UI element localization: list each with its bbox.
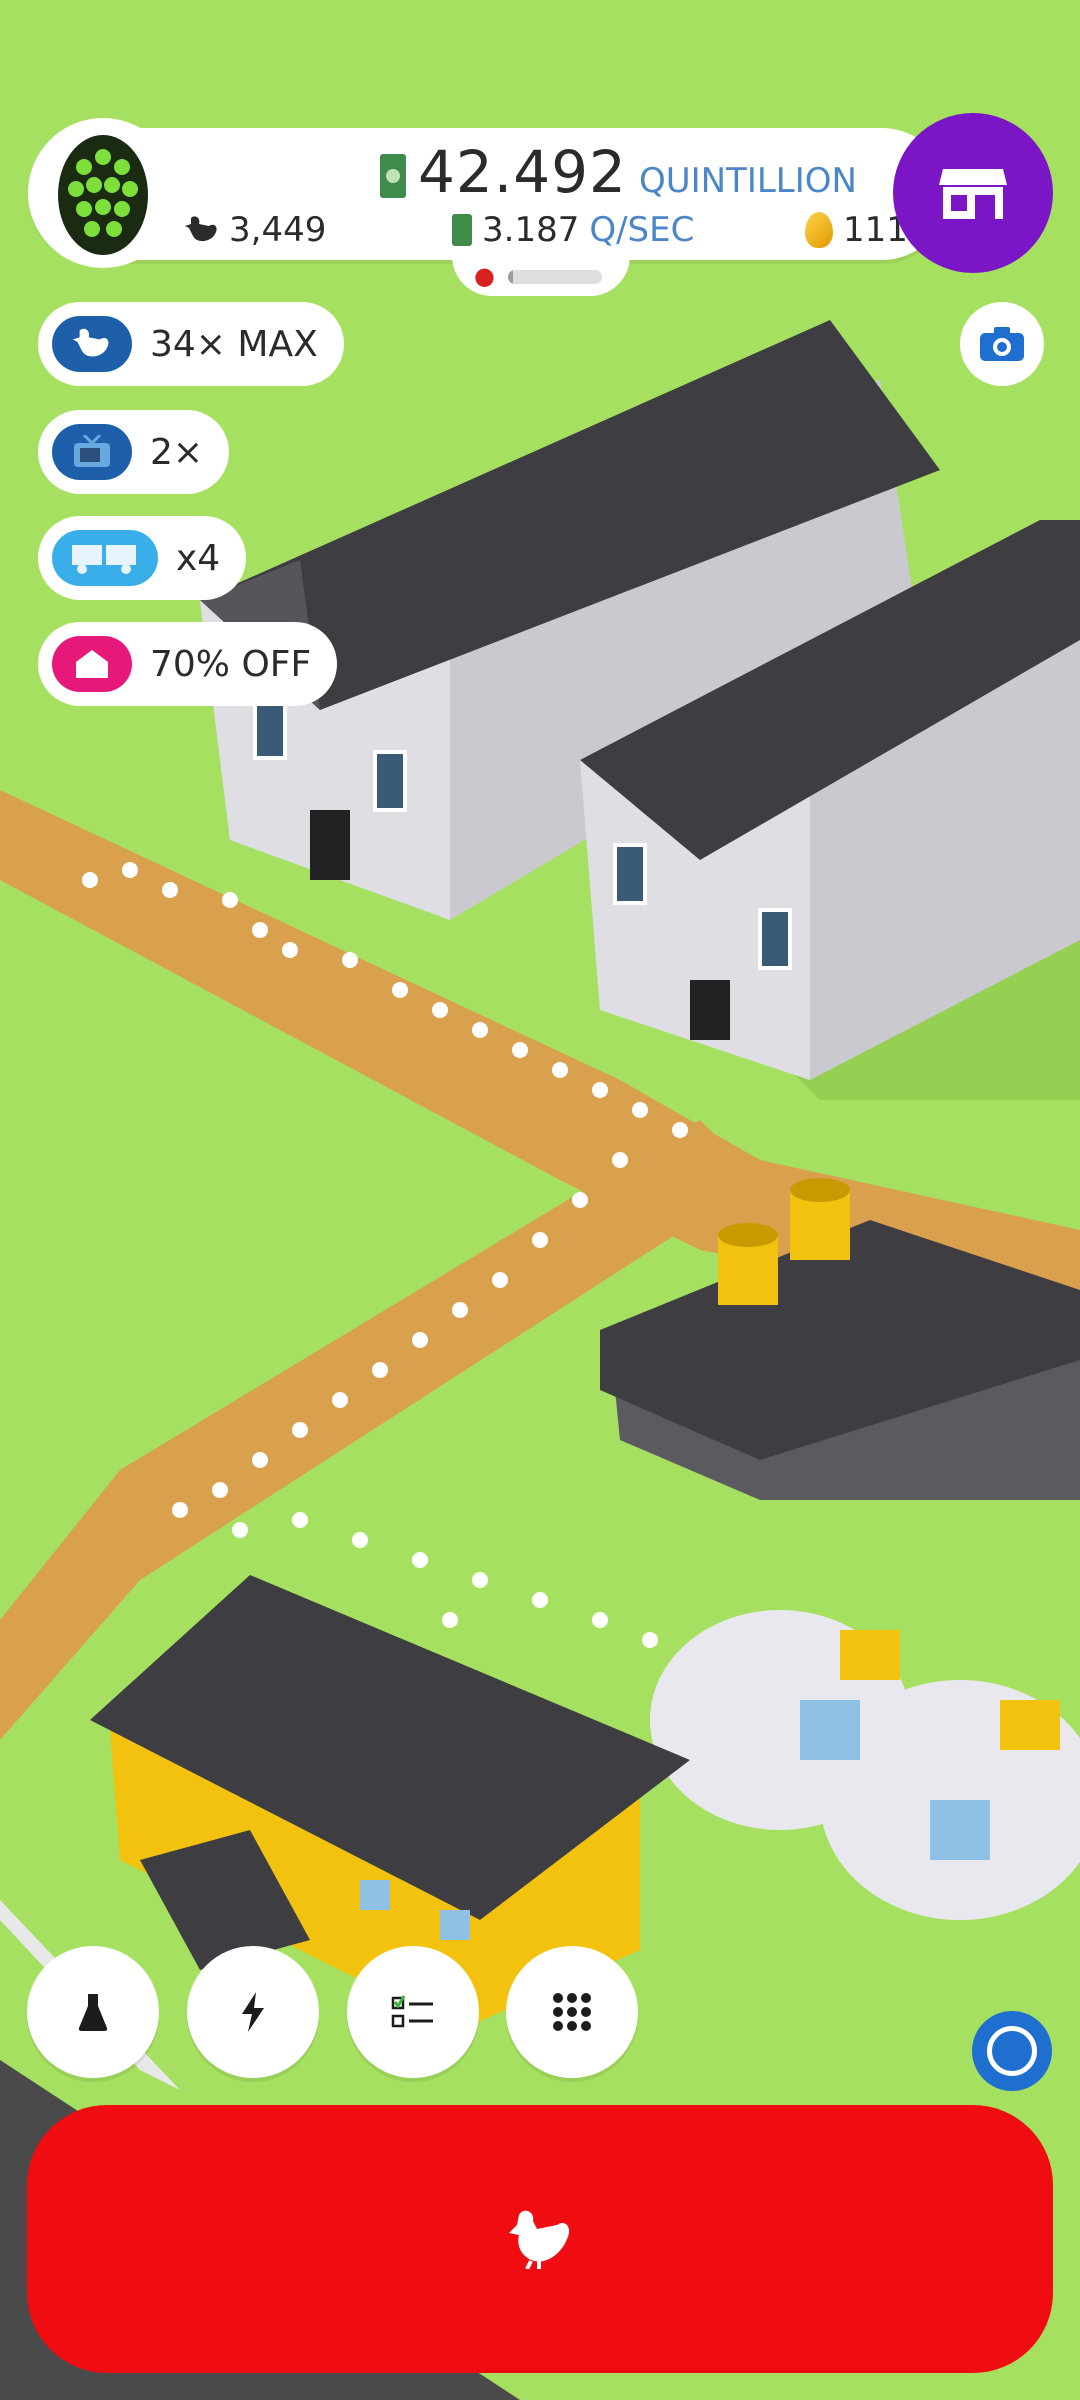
- checklist-icon: [391, 1995, 433, 2028]
- flask-icon: [78, 1994, 108, 2031]
- camera-icon: [980, 327, 1024, 361]
- boost-label: 70% OFF: [150, 643, 312, 685]
- golden-egg-icon: [805, 212, 833, 248]
- chicken-count-value: 3,449: [229, 210, 327, 250]
- house-icon: [52, 636, 132, 692]
- boost-discount[interactable]: 70% OFF: [38, 622, 338, 706]
- camera-button[interactable]: [960, 302, 1044, 386]
- chicken-icon: [52, 316, 132, 372]
- boost-video-multiplier[interactable]: 2×: [38, 410, 230, 494]
- chicken-icon: [185, 216, 217, 242]
- grid-icon: [553, 1993, 591, 2031]
- research-button[interactable]: [27, 1946, 159, 2078]
- hex-egg-icon[interactable]: [28, 118, 178, 268]
- boost-chicken-max[interactable]: 34× MAX: [38, 302, 344, 386]
- boost-label: 2×: [150, 431, 204, 473]
- chicken-icon: [509, 2210, 570, 2269]
- cash-icon: [380, 154, 406, 198]
- rate-unit: Q/SEC: [589, 210, 695, 250]
- rate-value: 3.187: [482, 210, 580, 250]
- chicken-count: 3,449: [185, 208, 326, 252]
- boost-label: x4: [176, 537, 221, 579]
- shop-button[interactable]: [893, 113, 1053, 273]
- shop-icon: [939, 169, 1007, 219]
- cash-icon: [452, 214, 472, 246]
- overlay-ring-button[interactable]: [972, 2011, 1052, 2091]
- money-display: 42.492 QUINTILLION: [380, 138, 857, 208]
- boost-label: 34× MAX: [150, 323, 318, 365]
- income-rate: 3.187 Q/SEC: [452, 208, 694, 252]
- progress-chick-icon: ●: [474, 262, 495, 290]
- menu-button[interactable]: [506, 1946, 638, 2078]
- lightning-icon: [242, 1992, 264, 2032]
- hatch-chicken-button[interactable]: [27, 2105, 1053, 2373]
- boost-shipping[interactable]: x4: [38, 516, 247, 600]
- money-unit: QUINTILLION: [638, 161, 857, 201]
- truck-icon: [52, 530, 158, 586]
- tv-icon: [52, 424, 132, 480]
- golden-egg-count: 111: [805, 208, 908, 252]
- quests-button[interactable]: [347, 1946, 479, 2078]
- boost-button[interactable]: [187, 1946, 319, 2078]
- money-value: 42.492: [418, 138, 627, 206]
- egg-progress-bar: [508, 270, 602, 284]
